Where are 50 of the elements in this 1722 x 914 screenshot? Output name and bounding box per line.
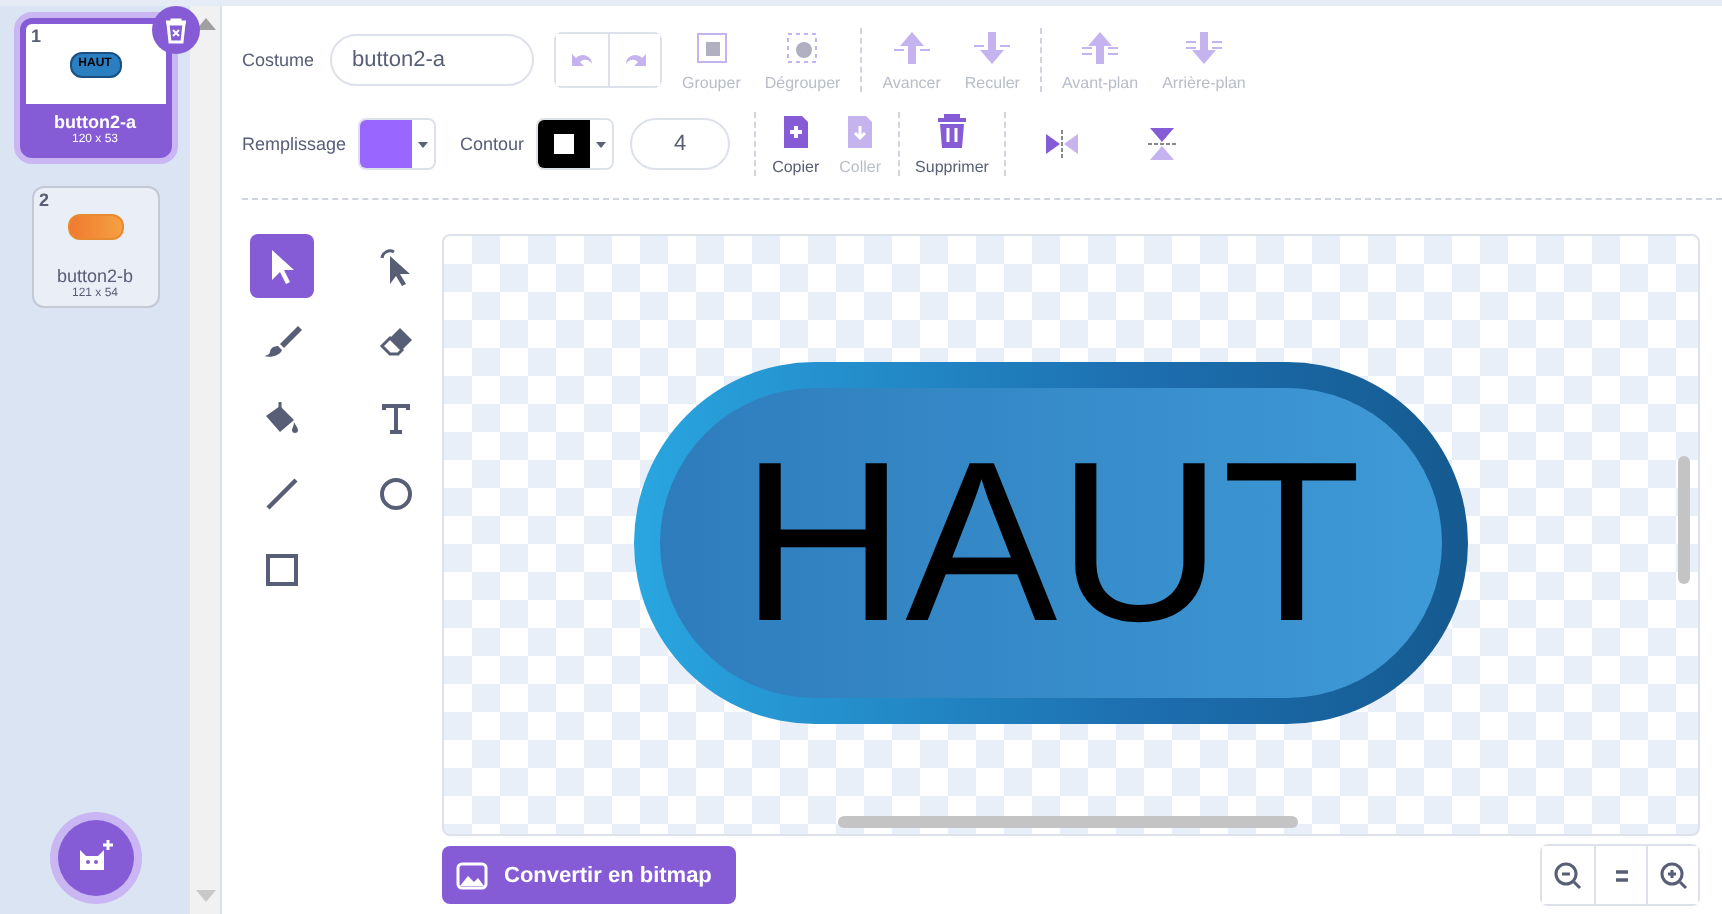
caret-icon bbox=[596, 141, 607, 147]
line-icon bbox=[262, 474, 302, 514]
paint-bucket-icon bbox=[262, 398, 302, 438]
flip-icon bbox=[1042, 124, 1083, 164]
trash-icon bbox=[163, 17, 187, 43]
costume-name: button2-a bbox=[54, 112, 136, 132]
up-arrow-icon bbox=[891, 28, 932, 68]
costume-label: Costume bbox=[242, 50, 315, 70]
add-costume-button[interactable] bbox=[57, 820, 133, 896]
outline-color-picker[interactable] bbox=[536, 118, 615, 170]
select-tool[interactable] bbox=[250, 234, 314, 298]
circle-icon bbox=[376, 474, 416, 514]
group-icon bbox=[691, 28, 732, 68]
cat-icon bbox=[75, 840, 115, 876]
outline-label: Contour bbox=[460, 134, 525, 154]
costume-number: 2 bbox=[39, 190, 50, 210]
delete-button[interactable]: Supprimer bbox=[911, 112, 993, 176]
up-arrow-icon bbox=[195, 18, 215, 30]
eraser-icon bbox=[376, 322, 416, 362]
down-arrow-icon bbox=[1183, 28, 1224, 68]
image-icon bbox=[456, 861, 488, 889]
drawing-canvas[interactable]: HAUT bbox=[442, 234, 1700, 836]
trash-icon bbox=[932, 112, 972, 152]
redo-icon bbox=[621, 50, 650, 70]
fill-label: Remplissage bbox=[242, 134, 347, 154]
text-icon bbox=[376, 398, 416, 438]
down-arrow-icon bbox=[195, 890, 215, 902]
horizontal-scrollbar[interactable] bbox=[838, 816, 1298, 828]
up-arrow-icon bbox=[1080, 28, 1121, 68]
caret-icon bbox=[418, 141, 429, 147]
costume-name: button2-b bbox=[56, 266, 134, 286]
scrollbar[interactable] bbox=[190, 6, 220, 914]
costume-number: 1 bbox=[31, 26, 42, 46]
button-text: HAUT bbox=[740, 429, 1362, 657]
vertical-scrollbar[interactable] bbox=[1678, 456, 1690, 584]
costume-name-field[interactable]: button2-a bbox=[330, 34, 535, 86]
group-icon bbox=[782, 28, 823, 68]
outline-width-field[interactable]: 4 bbox=[630, 118, 731, 170]
zoom-in-button[interactable] bbox=[1646, 846, 1698, 904]
zoom-out-icon bbox=[1554, 861, 1582, 889]
zoom-in-icon bbox=[1659, 861, 1687, 889]
undo-icon bbox=[568, 50, 597, 70]
button-shape[interactable]: HAUT bbox=[634, 362, 1468, 724]
costume-thumbnail bbox=[67, 214, 123, 240]
convert-to-bitmap-button[interactable]: Convertir en bitmap bbox=[442, 846, 736, 904]
fill-color-picker[interactable] bbox=[358, 118, 437, 170]
brush-icon bbox=[262, 322, 302, 362]
square-icon bbox=[262, 550, 302, 590]
down-arrow-icon bbox=[972, 28, 1013, 68]
copy-button[interactable]: Copier bbox=[768, 112, 824, 176]
